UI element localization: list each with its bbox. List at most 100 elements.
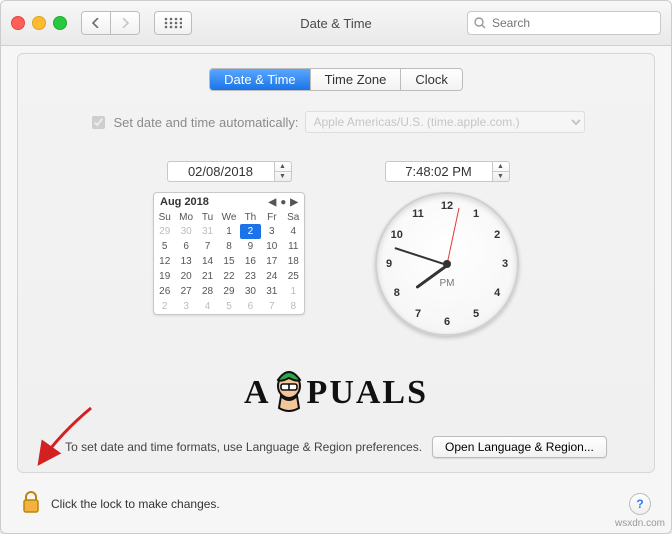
calendar-today-icon[interactable]: ● (280, 197, 286, 208)
calendar-day[interactable]: 27 (175, 284, 196, 299)
brand-right: PUALS (307, 374, 428, 412)
content-panel: Date & Time Time Zone Clock Set date and… (17, 53, 655, 473)
calendar-day[interactable]: 15 (218, 254, 239, 269)
date-field[interactable]: 02/08/2018 (167, 161, 275, 182)
calendar-day[interactable]: 12 (154, 254, 175, 269)
calendar-day[interactable]: 29 (154, 224, 175, 239)
calendar-day[interactable]: 28 (197, 284, 218, 299)
calendar[interactable]: Aug 2018 ◀ ● ▶ SuMoTuWeThFrSa 2930311234… (153, 192, 305, 315)
time-stepper[interactable]: 7:48:02 PM ▲▼ (385, 161, 510, 182)
auto-set-row: Set date and time automatically: Apple A… (36, 111, 636, 133)
calendar-day[interactable]: 26 (154, 284, 175, 299)
date-stepper[interactable]: 02/08/2018 ▲▼ (167, 161, 292, 182)
calendar-day[interactable]: 30 (240, 284, 261, 299)
calendar-day[interactable]: 5 (218, 299, 239, 314)
calendar-dow: Su (154, 211, 175, 224)
calendar-dow: Fr (261, 211, 282, 224)
chevron-down-icon[interactable]: ▼ (275, 171, 291, 181)
calendar-day[interactable]: 3 (175, 299, 196, 314)
calendar-day[interactable]: 30 (175, 224, 196, 239)
calendar-dow: Mo (175, 211, 196, 224)
calendar-day[interactable]: 6 (175, 239, 196, 254)
calendar-day[interactable]: 4 (283, 224, 304, 239)
calendar-day[interactable]: 1 (283, 284, 304, 299)
calendar-title: Aug 2018 (160, 196, 209, 208)
calendar-day[interactable]: 13 (175, 254, 196, 269)
calendar-day[interactable]: 6 (240, 299, 261, 314)
open-language-region-button[interactable]: Open Language & Region... (432, 436, 607, 458)
search-input[interactable] (490, 15, 654, 31)
calendar-day[interactable]: 8 (218, 239, 239, 254)
calendar-day[interactable]: 19 (154, 269, 175, 284)
calendar-day[interactable]: 14 (197, 254, 218, 269)
calendar-day[interactable]: 31 (261, 284, 282, 299)
calendar-day[interactable]: 22 (218, 269, 239, 284)
time-spin[interactable]: ▲▼ (493, 161, 510, 182)
calendar-day[interactable]: 2 (154, 299, 175, 314)
calendar-day[interactable]: 18 (283, 254, 304, 269)
source-watermark: wsxdn.com (615, 518, 665, 529)
calendar-day[interactable]: 21 (197, 269, 218, 284)
tab-time-zone[interactable]: Time Zone (310, 69, 401, 90)
nav-back-forward[interactable] (81, 11, 140, 35)
date-column: 02/08/2018 ▲▼ Aug 2018 ◀ ● ▶ SuMoTuWeThF… (153, 161, 305, 336)
clock-number: 5 (467, 308, 485, 320)
clock-ampm: PM (440, 278, 455, 289)
date-spin[interactable]: ▲▼ (275, 161, 292, 182)
calendar-prev-icon[interactable]: ◀ (269, 197, 277, 208)
clock-cap (443, 260, 451, 268)
forward-button[interactable] (110, 12, 139, 34)
clock-number: 12 (438, 200, 456, 212)
close-icon[interactable] (11, 16, 25, 30)
calendar-dow: Th (240, 211, 261, 224)
calendar-day[interactable]: 17 (261, 254, 282, 269)
search-field[interactable] (467, 11, 661, 35)
minimize-icon[interactable] (32, 16, 46, 30)
clock-number: 2 (488, 229, 506, 241)
calendar-day[interactable]: 31 (197, 224, 218, 239)
time-field[interactable]: 7:48:02 PM (385, 161, 493, 182)
calendar-day[interactable]: 2 (240, 224, 261, 239)
tab-date-time[interactable]: Date & Time (210, 69, 310, 90)
calendar-day[interactable]: 10 (261, 239, 282, 254)
minute-hand (394, 247, 447, 266)
calendar-day[interactable]: 25 (283, 269, 304, 284)
window-controls (11, 16, 67, 30)
calendar-day[interactable]: 7 (261, 299, 282, 314)
chevron-down-icon[interactable]: ▼ (493, 171, 509, 181)
calendar-day[interactable]: 3 (261, 224, 282, 239)
chevron-up-icon[interactable]: ▲ (493, 162, 509, 171)
calendar-day[interactable]: 8 (283, 299, 304, 314)
clock-number: 11 (409, 208, 427, 220)
calendar-day[interactable]: 20 (175, 269, 196, 284)
lock-icon[interactable] (21, 490, 41, 517)
tab-clock[interactable]: Clock (400, 69, 462, 90)
calendar-day[interactable]: 7 (197, 239, 218, 254)
calendar-day[interactable]: 1 (218, 224, 239, 239)
clock-number: 6 (438, 316, 456, 328)
analog-clock: PM 121234567891011 (375, 192, 519, 336)
titlebar: Date & Time (1, 1, 671, 46)
calendar-nav: ◀ ● ▶ (269, 197, 298, 208)
back-button[interactable] (82, 12, 110, 34)
second-hand (447, 208, 460, 265)
time-server-select[interactable]: Apple Americas/U.S. (time.apple.com.) (305, 111, 585, 133)
clock-number: 10 (388, 229, 406, 241)
calendar-day[interactable]: 11 (283, 239, 304, 254)
calendar-day[interactable]: 29 (218, 284, 239, 299)
calendar-day[interactable]: 23 (240, 269, 261, 284)
calendar-day[interactable]: 5 (154, 239, 175, 254)
calendar-day[interactable]: 9 (240, 239, 261, 254)
lock-text: Click the lock to make changes. (51, 497, 220, 511)
help-button[interactable]: ? (629, 493, 651, 515)
show-all-button[interactable] (154, 11, 192, 35)
calendar-next-icon[interactable]: ▶ (290, 197, 298, 208)
clock-number: 7 (409, 308, 427, 320)
calendar-day[interactable]: 16 (240, 254, 261, 269)
auto-set-checkbox[interactable] (92, 116, 105, 129)
calendar-day[interactable]: 4 (197, 299, 218, 314)
calendar-day[interactable]: 24 (261, 269, 282, 284)
brand-watermark: A PUALS (244, 368, 428, 412)
zoom-icon[interactable] (53, 16, 67, 30)
chevron-up-icon[interactable]: ▲ (275, 162, 291, 171)
